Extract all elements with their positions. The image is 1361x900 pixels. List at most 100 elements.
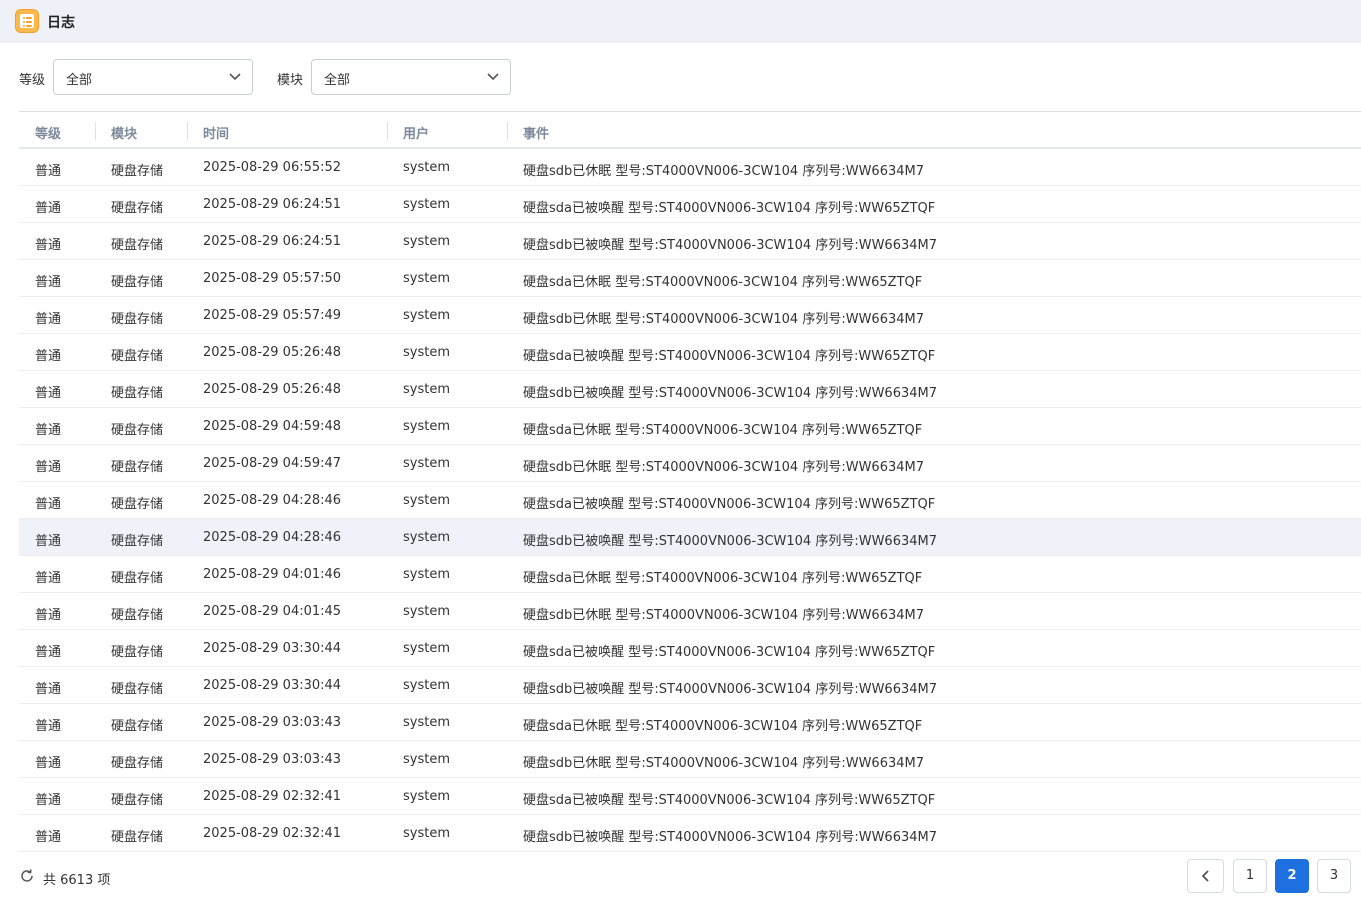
table-row[interactable]: 普通 硬盘存储 2025-08-29 02:32:41 system 硬盘sdb已被唤醒… [19,815,1361,852]
module-cell: 硬盘存储 [111,756,164,771]
table-row[interactable]: 普通 硬盘存储 2025-08-29 03:03:43 system 硬盘sda已休眠 … [19,704,1361,741]
title-bar: 日志 [0,0,1361,43]
level-cell: 普通 [35,682,62,697]
time-cell: 2025-08-29 03:03:43 [203,715,342,730]
column-header-module[interactable]: 模块 [111,123,137,142]
user-cell: system [403,715,450,730]
log-list-icon [15,9,39,33]
table-row[interactable]: 普通 硬盘存储 2025-08-29 06:55:52 system 硬盘sdb已休眠 … [19,149,1361,186]
table-row[interactable]: 普通 硬盘存储 2025-08-29 06:24:51 system 硬盘sdb已被唤醒… [19,223,1361,260]
user-cell: system [403,271,450,286]
page-button-1[interactable]: 1 [1233,859,1267,893]
time-cell: 2025-08-29 05:57:50 [203,271,342,286]
event-cell: 硬盘sda已休眠 型号:ST4000VN006-3CW104 序列号:WW65Z… [523,571,923,586]
table-row[interactable]: 普通 硬盘存储 2025-08-29 04:01:46 system 硬盘sda已休眠 … [19,556,1361,593]
event-cell: 硬盘sda已休眠 型号:ST4000VN006-3CW104 序列号:WW65Z… [523,423,923,438]
table-row[interactable]: 普通 硬盘存储 2025-08-29 05:26:48 system 硬盘sda已被唤醒… [19,334,1361,371]
user-cell: system [403,197,450,212]
level-cell: 普通 [35,571,62,586]
table-row[interactable]: 普通 硬盘存储 2025-08-29 03:03:43 system 硬盘sdb已休眠 … [19,741,1361,778]
module-cell: 硬盘存储 [111,460,164,475]
user-cell: system [403,419,450,434]
module-filter-select[interactable]: 全部 [311,59,511,95]
user-cell: system [403,493,450,508]
page-button-2[interactable]: 2 [1275,859,1309,893]
time-cell: 2025-08-29 05:57:49 [203,308,342,323]
level-cell: 普通 [35,460,62,475]
level-cell: 普通 [35,349,62,364]
time-cell: 2025-08-29 03:30:44 [203,678,342,693]
table-row[interactable]: 普通 硬盘存储 2025-08-29 04:01:45 system 硬盘sdb已休眠 … [19,593,1361,630]
time-cell: 2025-08-29 05:26:48 [203,345,342,360]
column-header-event[interactable]: 事件 [523,123,549,142]
time-cell: 2025-08-29 04:59:47 [203,456,342,471]
table-row[interactable]: 普通 硬盘存储 2025-08-29 05:57:49 system 硬盘sdb已休眠 … [19,297,1361,334]
table-row[interactable]: 普通 硬盘存储 2025-08-29 05:57:50 system 硬盘sda已休眠 … [19,260,1361,297]
module-cell: 硬盘存储 [111,682,164,697]
level-cell: 普通 [35,201,62,216]
table-row[interactable]: 普通 硬盘存储 2025-08-29 03:30:44 system 硬盘sdb已被唤醒… [19,667,1361,704]
level-cell: 普通 [35,830,62,845]
time-cell: 2025-08-29 04:28:46 [203,530,342,545]
level-cell: 普通 [35,608,62,623]
refresh-icon[interactable] [19,868,35,884]
user-cell: system [403,826,450,841]
level-cell: 普通 [35,238,62,253]
chevron-down-icon [487,73,499,81]
table-row[interactable]: 普通 硬盘存储 2025-08-29 04:59:47 system 硬盘sdb已休眠 … [19,445,1361,482]
event-cell: 硬盘sdb已被唤醒 型号:ST4000VN006-3CW104 序列号:WW66… [523,386,937,401]
level-filter-select[interactable]: 全部 [53,59,253,95]
time-cell: 2025-08-29 06:24:51 [203,234,342,249]
table-row[interactable]: 普通 硬盘存储 2025-08-29 04:59:48 system 硬盘sda已休眠 … [19,408,1361,445]
table-row[interactable]: 普通 硬盘存储 2025-08-29 03:30:44 system 硬盘sda已被唤醒… [19,630,1361,667]
user-cell: system [403,641,450,656]
module-cell: 硬盘存储 [111,793,164,808]
module-cell: 硬盘存储 [111,349,164,364]
table-row[interactable]: 普通 硬盘存储 2025-08-29 05:26:48 system 硬盘sdb已被唤醒… [19,371,1361,408]
page-button-3[interactable]: 3 [1317,859,1351,893]
user-cell: system [403,789,450,804]
level-cell: 普通 [35,423,62,438]
total-count: 共 6613 项 [43,873,111,888]
table-row[interactable]: 普通 硬盘存储 2025-08-29 06:24:51 system 硬盘sda已被唤醒… [19,186,1361,223]
event-cell: 硬盘sdb已休眠 型号:ST4000VN006-3CW104 序列号:WW663… [523,460,924,475]
level-cell: 普通 [35,386,62,401]
event-cell: 硬盘sdb已被唤醒 型号:ST4000VN006-3CW104 序列号:WW66… [523,238,937,253]
event-cell: 硬盘sdb已被唤醒 型号:ST4000VN006-3CW104 序列号:WW66… [523,682,937,697]
module-cell: 硬盘存储 [111,164,164,179]
level-filter-value: 全部 [66,73,93,88]
event-cell: 硬盘sda已休眠 型号:ST4000VN006-3CW104 序列号:WW65Z… [523,719,923,734]
column-header-level[interactable]: 等级 [35,123,61,142]
event-cell: 硬盘sdb已休眠 型号:ST4000VN006-3CW104 序列号:WW663… [523,312,924,327]
time-cell: 2025-08-29 02:32:41 [203,789,342,804]
user-cell: system [403,752,450,767]
user-cell: system [403,234,450,249]
module-cell: 硬盘存储 [111,534,164,549]
time-cell: 2025-08-29 04:59:48 [203,419,342,434]
column-header-time[interactable]: 时间 [203,123,229,142]
module-cell: 硬盘存储 [111,497,164,512]
table-row[interactable]: 普通 硬盘存储 2025-08-29 04:28:46 system 硬盘sda已被唤醒… [19,482,1361,519]
event-cell: 硬盘sda已被唤醒 型号:ST4000VN006-3CW104 序列号:WW65… [523,645,936,660]
table-header: 等级 模块 时间 用户 事件 [19,111,1361,149]
user-cell: system [403,456,450,471]
module-cell: 硬盘存储 [111,645,164,660]
level-cell: 普通 [35,793,62,808]
time-cell: 2025-08-29 04:01:46 [203,567,342,582]
level-cell: 普通 [35,312,62,327]
event-cell: 硬盘sda已被唤醒 型号:ST4000VN006-3CW104 序列号:WW65… [523,793,936,808]
event-cell: 硬盘sda已被唤醒 型号:ST4000VN006-3CW104 序列号:WW65… [523,497,936,512]
level-cell: 普通 [35,719,62,734]
prev-page-button[interactable] [1187,859,1224,893]
table-row[interactable]: 普通 硬盘存储 2025-08-29 02:32:41 system 硬盘sda已被唤醒… [19,778,1361,815]
user-cell: system [403,160,450,175]
module-filter-value: 全部 [324,73,351,88]
column-header-user[interactable]: 用户 [403,123,429,142]
user-cell: system [403,567,450,582]
level-cell: 普通 [35,164,62,179]
module-cell: 硬盘存储 [111,312,164,327]
table-row[interactable]: 普通 硬盘存储 2025-08-29 04:28:46 system 硬盘sdb已被唤醒… [19,519,1361,556]
user-cell: system [403,604,450,619]
level-cell: 普通 [35,275,62,290]
level-cell: 普通 [35,497,62,512]
